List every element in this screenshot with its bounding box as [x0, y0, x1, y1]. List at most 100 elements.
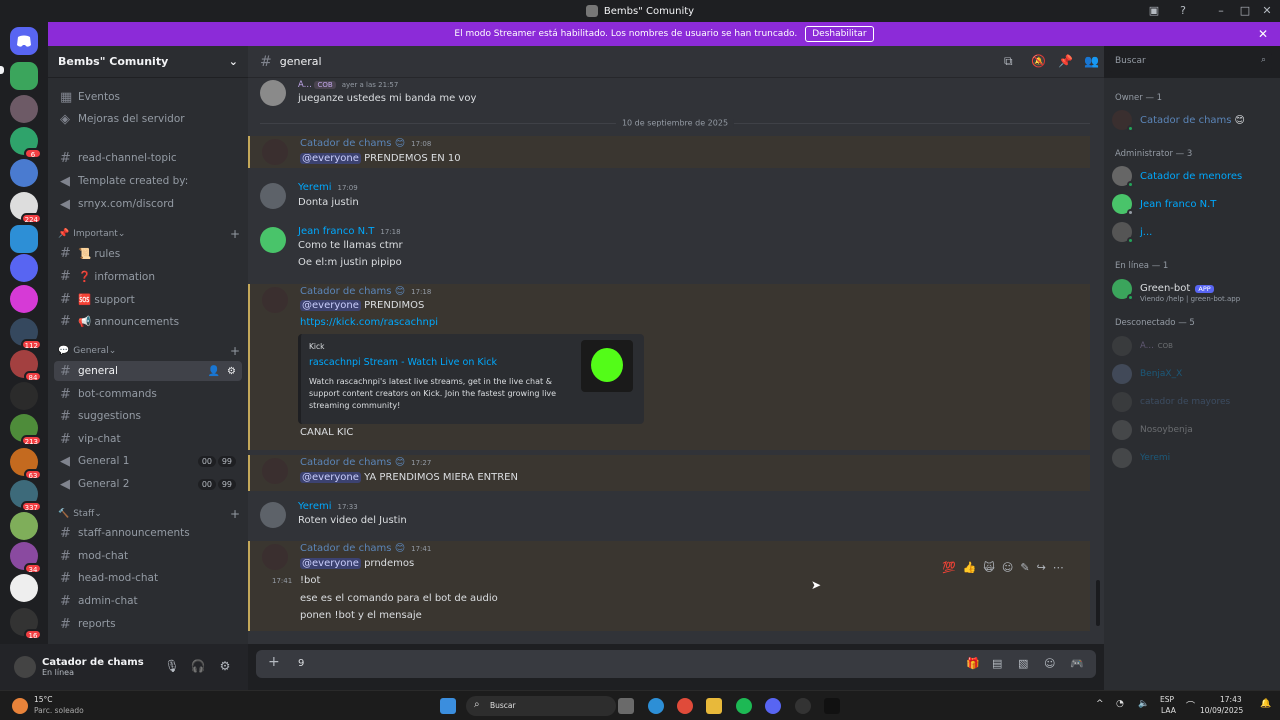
thumbs-up-reaction-icon[interactable]: 👍 [963, 561, 977, 574]
message[interactable]: Yeremi 17:09 Donta justin [248, 180, 1090, 214]
add-channel-icon[interactable]: + [230, 227, 240, 241]
channel-admin-chat[interactable]: # admin-chat [54, 591, 242, 611]
message-input[interactable]: 9 [298, 658, 304, 669]
avatar[interactable] [14, 656, 36, 678]
channel-mod-chat[interactable]: # mod-chat [54, 546, 242, 566]
embed-thumbnail[interactable] [581, 340, 633, 392]
microphone-icon[interactable]: 🎙 [164, 659, 180, 675]
headphones-icon[interactable]: 🎧 [190, 659, 206, 675]
app-icon[interactable] [795, 698, 811, 714]
server-icon[interactable] [10, 225, 38, 253]
channel-read-channel-topic[interactable]: # read-channel-topic [54, 148, 242, 168]
message-composer[interactable]: + 9 🎁 ▤ ▧ ☺ 🎮 [256, 650, 1096, 678]
add-reaction-icon[interactable]: ☺ [1002, 561, 1013, 574]
server-icon[interactable]: 337 [10, 480, 42, 512]
message-author[interactable]: Catador de chams 😊 17:08 [300, 138, 431, 149]
server-icon[interactable] [10, 574, 38, 602]
channel-srnyx[interactable]: ◀ srnyx.com/discord [54, 194, 242, 214]
embed-title[interactable]: rascachnpi Stream - Watch Live on Kick [309, 357, 497, 368]
voice-channel-general-2[interactable]: ◀ General 2 00 99 [54, 474, 242, 494]
message[interactable]: Catador de chams 😊 17:27 @everyone YA PRE… [248, 455, 1090, 491]
member-item[interactable]: Catador de menores [1112, 163, 1272, 189]
member-item[interactable]: A... COB [1112, 333, 1272, 359]
hundred-reaction-icon[interactable]: 💯 [942, 561, 956, 574]
avatar[interactable] [260, 227, 286, 253]
plus-icon[interactable]: + [268, 654, 280, 670]
avatar[interactable] [260, 502, 286, 528]
message-author[interactable]: Yeremi 17:33 [298, 501, 358, 512]
maximize-button[interactable]: □ [1236, 3, 1254, 19]
message[interactable]: Catador de chams 😊 17:41 @everyone prndem… [248, 541, 1090, 631]
category-staff[interactable]: 🔨 Staff ⌄ + [58, 507, 240, 521]
mention[interactable]: @everyone [300, 472, 361, 483]
channel-head-mod-chat[interactable]: # head-mod-chat [54, 568, 242, 588]
apps-icon[interactable]: 🎮 [1070, 657, 1084, 670]
gear-icon[interactable]: ⚙ [217, 659, 233, 675]
channel-rules[interactable]: # 📜 rules [54, 243, 242, 263]
spotify-icon[interactable] [736, 698, 752, 714]
server-header[interactable]: Bembs" Comunity ⌄ [48, 46, 248, 78]
avatar[interactable] [262, 287, 288, 313]
member-item[interactable]: Nosoybenja [1112, 417, 1272, 443]
mention[interactable]: @everyone [300, 558, 361, 569]
message[interactable]: Yeremi 17:33 Roten video del Justin [248, 499, 1090, 535]
scrollbar-thumb[interactable] [1096, 580, 1100, 626]
weather-icon[interactable] [12, 698, 28, 714]
gear-icon[interactable]: ⚙ [227, 366, 236, 377]
member-list-icon[interactable]: 👥 [1084, 54, 1099, 68]
channel-support[interactable]: # 🆘 support [54, 289, 242, 309]
direct-messages-icon[interactable] [10, 27, 38, 55]
server-icon[interactable]: 63 [10, 448, 42, 480]
server-icon[interactable]: 84 [10, 350, 42, 382]
close-banner-icon[interactable]: ✕ [1258, 27, 1268, 41]
avatar[interactable] [262, 139, 288, 165]
disable-streamer-button[interactable]: Deshabilitar [805, 26, 874, 42]
file-explorer-icon[interactable] [706, 698, 722, 714]
member-item[interactable]: j... [1112, 219, 1272, 245]
server-icon[interactable]: 224 [10, 192, 42, 224]
avatar[interactable] [262, 544, 288, 570]
message-author[interactable]: Catador de chams 😊 17:18 [300, 286, 431, 297]
member-item[interactable]: catador de mayores [1112, 389, 1272, 415]
message-link[interactable]: https://kick.com/rascachnpi [300, 317, 438, 328]
message-author[interactable]: Yeremi 17:09 [298, 182, 358, 193]
edit-icon[interactable]: ✎ [1020, 561, 1029, 574]
chevron-down-icon[interactable]: ⌄ [229, 55, 238, 68]
member-item[interactable]: Green-bot APP Viendo /help | green-bot.a… [1112, 276, 1272, 303]
voice-channel-general-1[interactable]: ◀ General 1 00 99 [54, 451, 242, 471]
mention[interactable]: @everyone [300, 153, 361, 164]
server-icon[interactable] [10, 285, 38, 313]
user-info[interactable]: Catador de chams En línea [42, 657, 144, 677]
message[interactable]: A... COB ayer a las 21:57 jueganze ustede… [248, 78, 1090, 110]
help-icon[interactable]: ? [1174, 3, 1192, 19]
member-item[interactable]: Yeremi [1112, 445, 1272, 471]
chrome-icon[interactable] [677, 698, 693, 714]
server-icon[interactable] [10, 254, 38, 282]
invite-icon[interactable]: 👤 [208, 366, 220, 377]
epic-games-icon[interactable] [824, 698, 840, 714]
gift-icon[interactable]: 🎁 [966, 657, 980, 670]
channel-staff-announcements[interactable]: # staff-announcements [54, 523, 242, 543]
add-channel-icon[interactable]: + [230, 507, 240, 521]
server-boosts-item[interactable]: ◈ Mejoras del servidor [54, 109, 242, 129]
channel-information[interactable]: # ❓ information [54, 266, 242, 286]
message-author[interactable]: Catador de chams 😊 17:41 [300, 543, 431, 554]
taskbar-search[interactable]: ⌕ Buscar [466, 696, 616, 716]
category-important[interactable]: 📌 Important ⌄ + [58, 227, 240, 241]
notifications-icon[interactable]: 🔔 [1260, 699, 1271, 709]
channel-reports[interactable]: # reports [54, 614, 242, 634]
channel-general[interactable]: # general 👤 ⚙ [54, 361, 242, 381]
more-options-icon[interactable]: ⋯ [1053, 561, 1064, 574]
server-icon[interactable] [10, 95, 38, 123]
link-embed[interactable]: Kick rascachnpi Stream - Watch Live on K… [298, 334, 644, 424]
minimize-button[interactable]: – [1212, 3, 1230, 19]
add-channel-icon[interactable]: + [230, 344, 240, 358]
message[interactable]: Catador de chams 😊 17:08 @everyone PRENDE… [248, 136, 1090, 168]
server-icon[interactable]: 112 [10, 318, 42, 350]
pin-icon[interactable]: 📌 [1058, 54, 1073, 68]
threads-icon[interactable]: ⧉ [1004, 54, 1013, 69]
server-green-bot-icon[interactable] [10, 62, 38, 90]
sticker-icon[interactable]: ▧ [1018, 657, 1028, 670]
server-icon[interactable]: 6 [10, 127, 42, 159]
server-icon[interactable]: 213 [10, 414, 42, 446]
